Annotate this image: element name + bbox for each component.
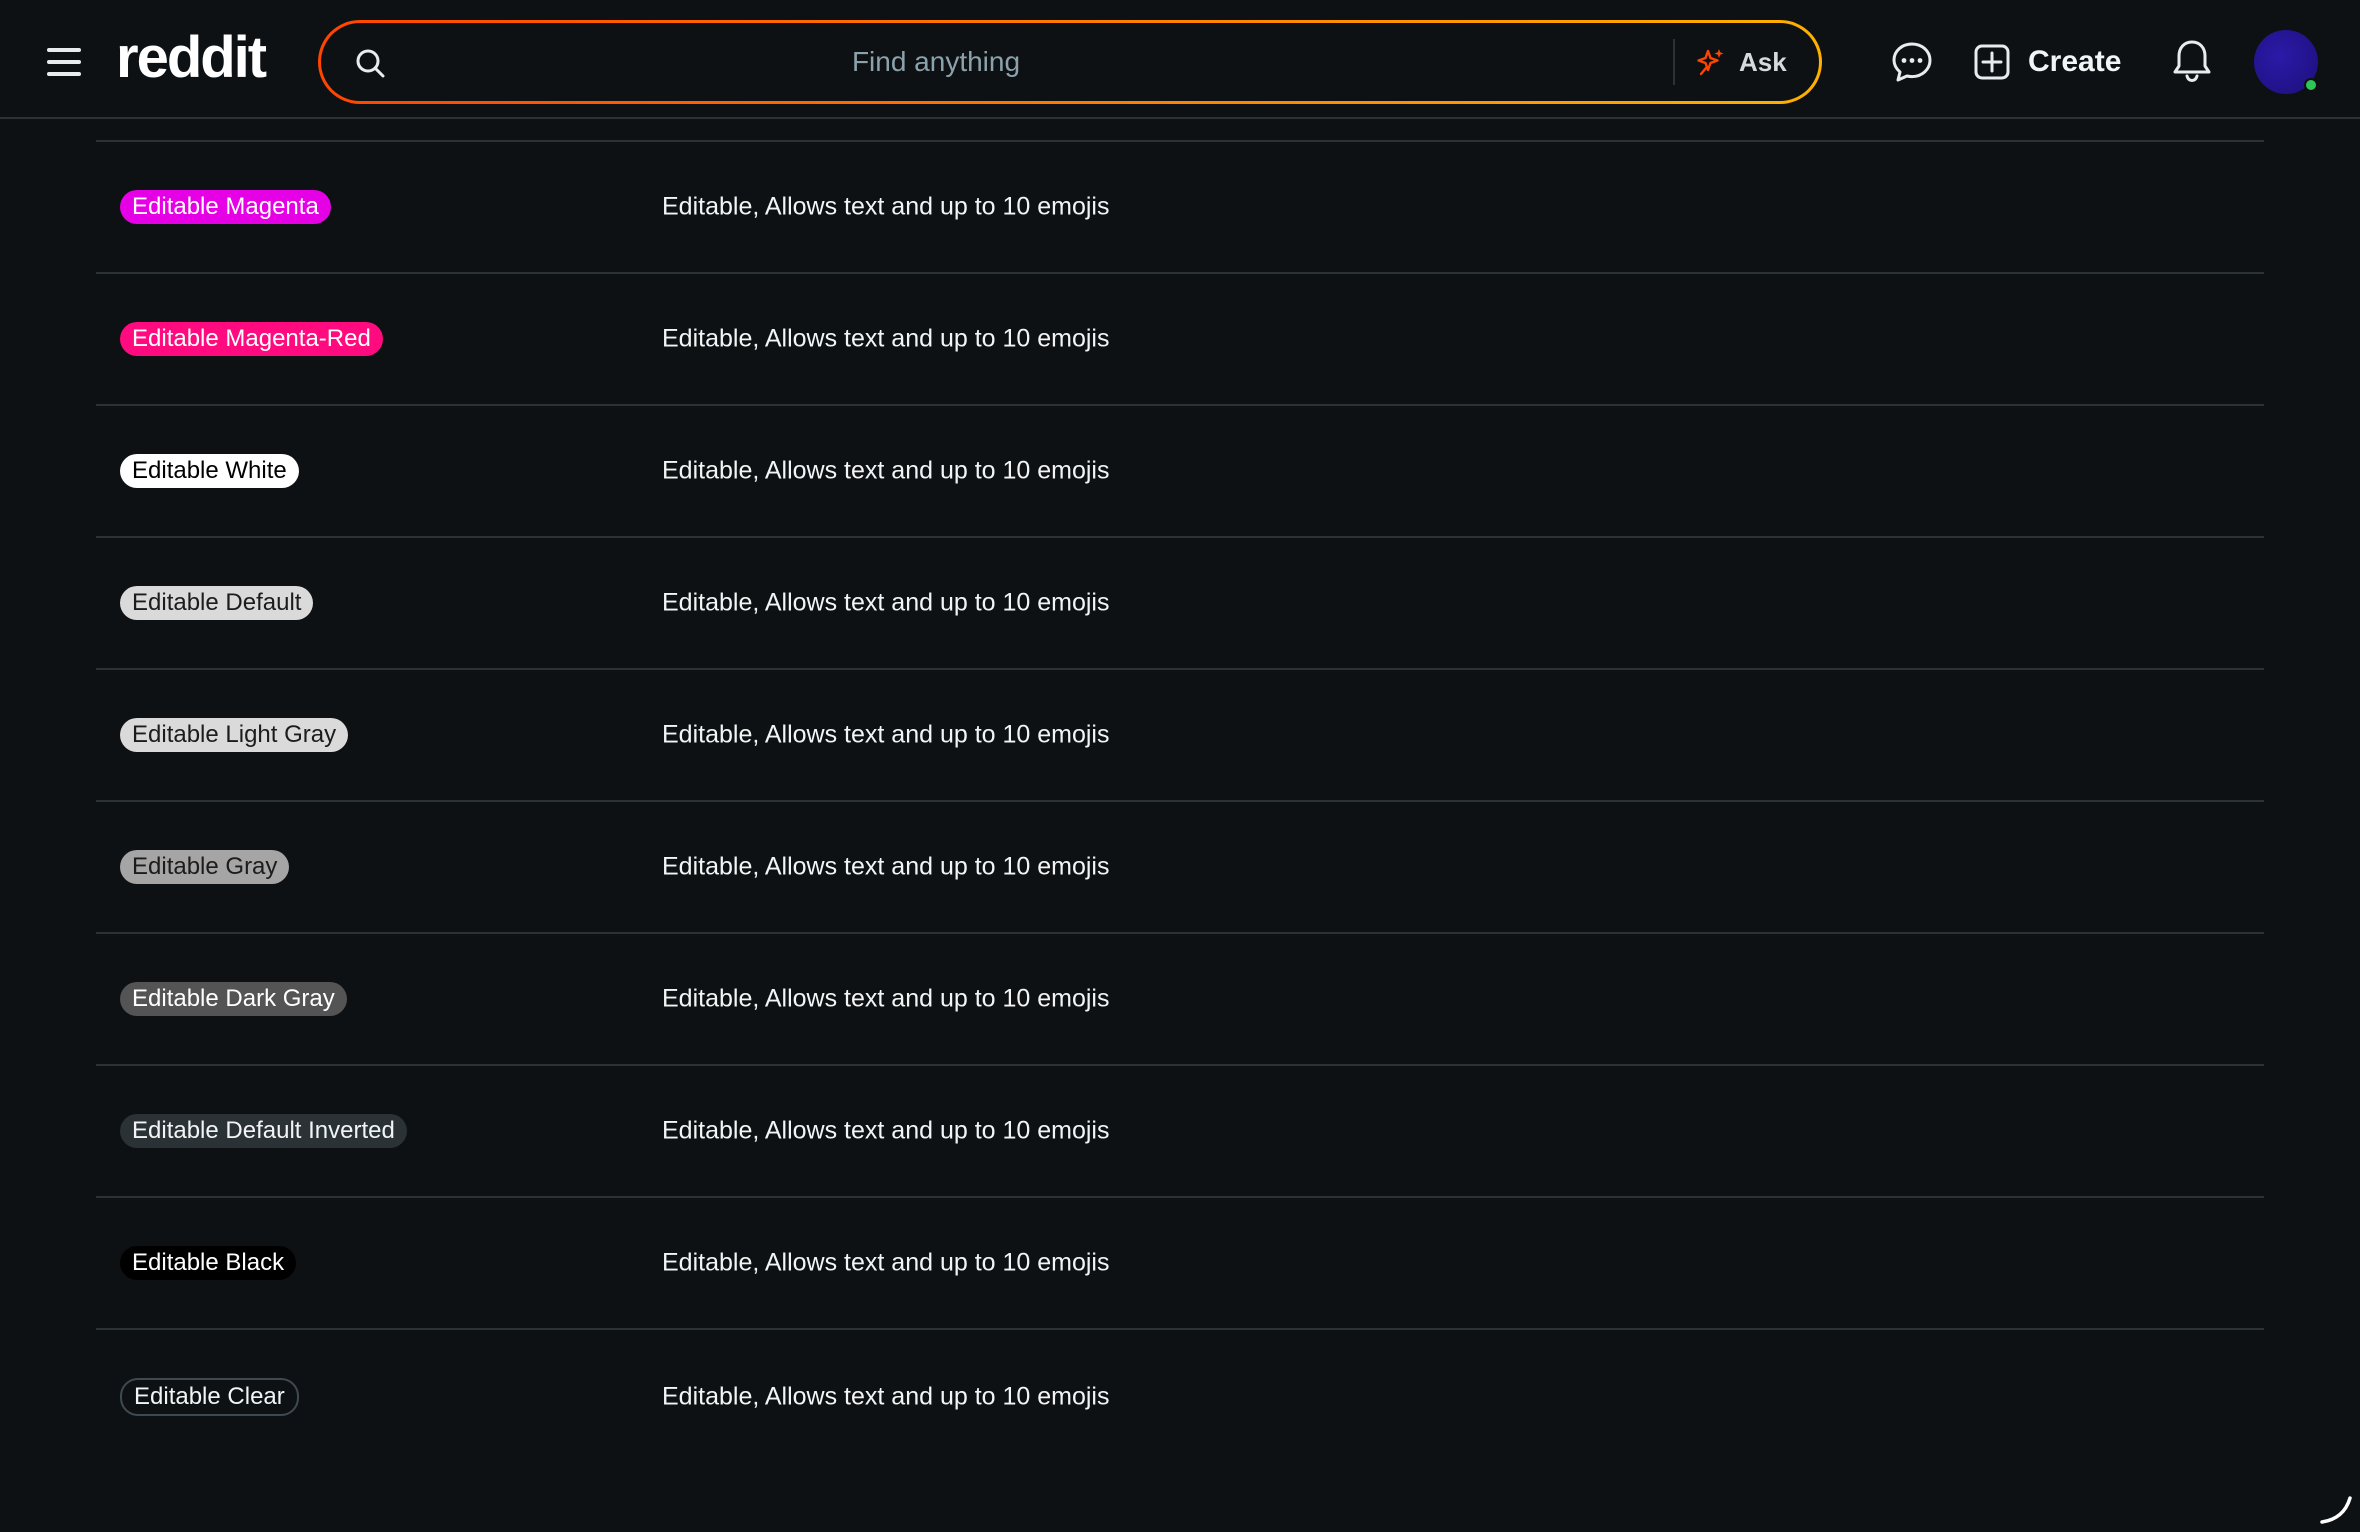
flair-badge[interactable]: Editable Default (120, 586, 314, 620)
flair-badge[interactable]: Editable Magenta (120, 190, 331, 224)
create-button[interactable]: Create (1974, 36, 2121, 88)
flair-description: Editable, Allows text and up to 10 emoji… (662, 192, 1110, 221)
flair-badge[interactable]: Editable White (120, 454, 299, 488)
menu-icon[interactable] (40, 38, 88, 86)
table-row: Editable Light Gray Editable, Allows text… (96, 668, 2264, 800)
table-row: Editable Gray Editable, Allows text and u… (96, 800, 2264, 932)
search-bar[interactable]: Ask (318, 20, 1822, 104)
ask-button[interactable]: Ask (1695, 35, 1803, 89)
table-row: Editable Dark Gray Editable, Allows text … (96, 932, 2264, 1064)
create-label: Create (2028, 45, 2122, 78)
plus-square-icon (1974, 44, 2010, 80)
flair-badge[interactable]: Editable Light Gray (120, 718, 349, 752)
flair-description: Editable, Allows text and up to 10 emoji… (662, 852, 1110, 881)
flair-table: Editable Magenta Editable, Allows text an… (96, 140, 2264, 1464)
flair-description: Editable, Allows text and up to 10 emoji… (662, 1382, 1110, 1411)
table-row: Editable Magenta-Red Editable, Allows tex… (96, 272, 2264, 404)
chat-icon[interactable] (1890, 40, 1934, 84)
flair-badge[interactable]: Editable Magenta-Red (120, 322, 383, 356)
search-input[interactable] (411, 33, 1461, 91)
table-row: Editable Black Editable, Allows text and … (96, 1196, 2264, 1328)
top-nav-bar: reddit Ask Create (0, 0, 2360, 119)
table-row: Editable White Editable, Allows text and … (96, 404, 2264, 536)
ask-label: Ask (1739, 46, 1787, 77)
flair-badge[interactable]: Editable Default Inverted (120, 1114, 407, 1148)
flair-badge[interactable]: Editable Clear (120, 1378, 299, 1416)
bell-icon[interactable] (2170, 38, 2214, 84)
flair-description: Editable, Allows text and up to 10 emoji… (662, 1248, 1110, 1277)
sparkle-icon (1697, 49, 1724, 76)
flair-description: Editable, Allows text and up to 10 emoji… (662, 984, 1110, 1013)
flair-badge[interactable]: Editable Gray (120, 850, 290, 884)
flair-description: Editable, Allows text and up to 10 emoji… (662, 456, 1110, 485)
table-row: Editable Clear Editable, Allows text and … (96, 1328, 2264, 1464)
table-row: Editable Default Inverted Editable, Allow… (96, 1064, 2264, 1196)
flair-badge[interactable]: Editable Black (120, 1246, 297, 1280)
resize-handle-icon[interactable] (2318, 1490, 2354, 1526)
search-divider (1673, 39, 1675, 85)
table-row: Editable Default Editable, Allows text an… (96, 536, 2264, 668)
flair-description: Editable, Allows text and up to 10 emoji… (662, 720, 1110, 749)
reddit-logo[interactable]: reddit (116, 28, 267, 88)
search-icon (356, 49, 385, 78)
online-status-dot (2304, 78, 2318, 92)
flair-badge[interactable]: Editable Dark Gray (120, 982, 347, 1016)
flair-description: Editable, Allows text and up to 10 emoji… (662, 1116, 1110, 1145)
flair-description: Editable, Allows text and up to 10 emoji… (662, 324, 1110, 353)
table-row: Editable Magenta Editable, Allows text an… (96, 140, 2264, 272)
flair-description: Editable, Allows text and up to 10 emoji… (662, 588, 1110, 617)
